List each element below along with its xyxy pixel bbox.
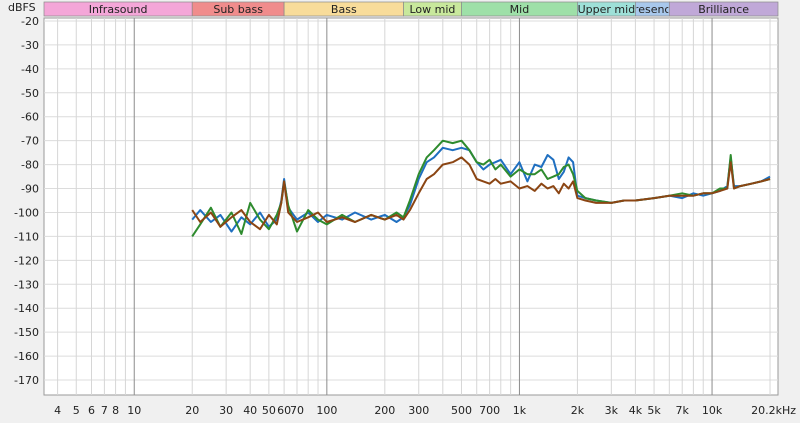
band-label: Sub bass <box>213 3 263 16</box>
x-tick-label: 700 <box>479 404 500 417</box>
x-tick-label: 6 <box>88 404 95 417</box>
x-tick-label: 50 <box>262 404 276 417</box>
x-tick-label: 2k <box>571 404 585 417</box>
y-tick-label: -20 <box>21 15 39 28</box>
x-tick-label: 10k <box>702 404 723 417</box>
x-tick-label: 70 <box>290 404 304 417</box>
band-label: Mid <box>510 3 530 16</box>
x-tick-label: 200 <box>374 404 395 417</box>
x-tick-label: 40 <box>243 404 257 417</box>
x-tick-label: 100 <box>316 404 337 417</box>
y-tick-label: -140 <box>14 302 39 315</box>
y-tick-label: -130 <box>14 278 39 291</box>
x-tick-label: 7 <box>101 404 108 417</box>
x-tick-label: 20 <box>185 404 199 417</box>
y-tick-label: -90 <box>21 183 39 196</box>
x-tick-label: 1k <box>513 404 527 417</box>
y-tick-label: -100 <box>14 206 39 219</box>
frequency-spectrum-chart: dBFS Infrasound Sub bass Bass Low mid Mid Upp… <box>0 0 800 423</box>
frequency-band-bar: Infrasound Sub bass Bass Low mid Mid Upper mi… <box>43 1 779 17</box>
x-tick-label: 4k <box>629 404 643 417</box>
band-label: Brilliance <box>698 3 749 16</box>
x-tick-label: 3k <box>605 404 619 417</box>
band-label: Upper mid <box>578 3 636 16</box>
y-tick-label: -170 <box>14 374 39 387</box>
x-tick-label: 10 <box>127 404 141 417</box>
x-tick-label: 8 <box>112 404 119 417</box>
x-tick-label: 30 <box>219 404 233 417</box>
band-label: Infrasound <box>89 3 148 16</box>
y-tick-label: -30 <box>21 39 39 52</box>
y-tick-label: -80 <box>21 159 39 172</box>
x-tick-label: 7k <box>676 404 690 417</box>
y-axis-label: dBFS <box>8 1 36 14</box>
y-tick-label: -60 <box>21 111 39 124</box>
y-tick-label: -110 <box>14 230 39 243</box>
y-tick-label: -40 <box>21 63 39 76</box>
y-tick-label: -160 <box>14 350 39 363</box>
x-tick-label: 500 <box>451 404 472 417</box>
y-tick-label: -120 <box>14 254 39 267</box>
band-label: Low mid <box>410 3 456 16</box>
x-tick-label: 300 <box>408 404 429 417</box>
x-tick-label: 4 <box>54 404 61 417</box>
x-tick-label: 5k <box>647 404 661 417</box>
x-tick-label: 60 <box>277 404 291 417</box>
band-label: Bass <box>331 3 357 16</box>
x-tick-label: 20.2kHz <box>751 404 796 417</box>
y-tick-label: -50 <box>21 87 39 100</box>
y-tick-label: -70 <box>21 135 39 148</box>
x-tick-label: 5 <box>73 404 80 417</box>
y-tick-label: -150 <box>14 326 39 339</box>
